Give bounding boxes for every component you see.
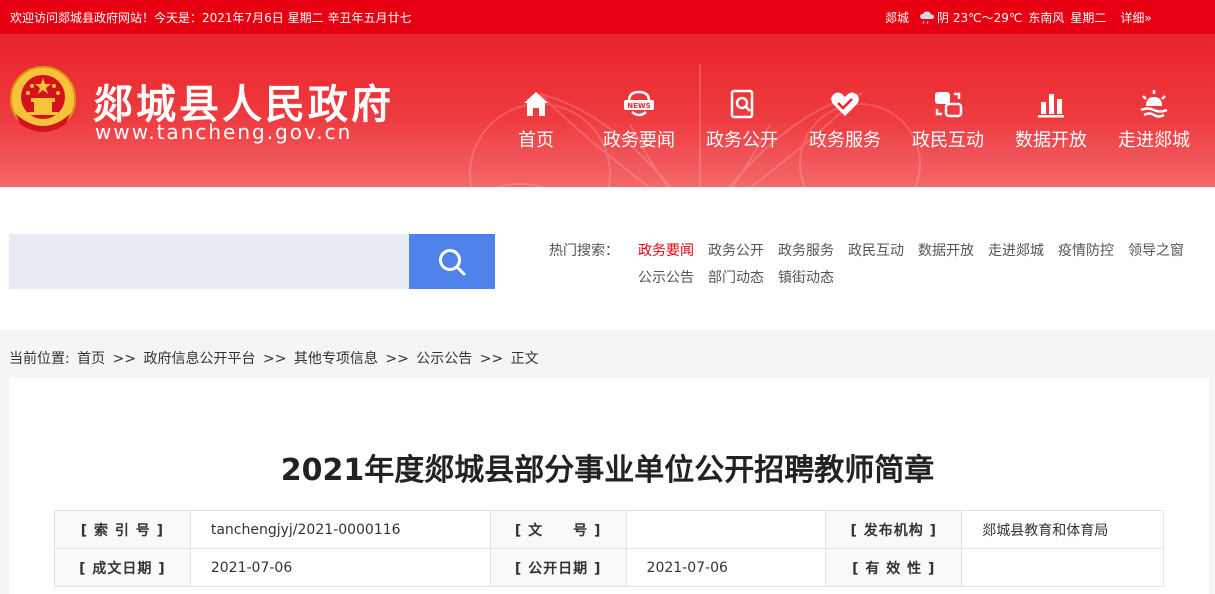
breadcrumb-sep: >> <box>263 351 287 367</box>
nav-label: 政务要闻 <box>603 130 675 151</box>
meta-doc-value <box>625 510 827 549</box>
weather-detail-link[interactable]: 详细» <box>1120 9 1151 26</box>
nav-label: 首页 <box>518 130 554 151</box>
rain-cloud-icon <box>920 11 935 24</box>
hot-link-data[interactable]: 数据开放 <box>918 240 974 260</box>
weather-condition: 阴 23℃～29℃ <box>937 11 1023 25</box>
home-icon <box>524 92 548 116</box>
meta-org-value: 郯城县教育和体育局 <box>961 510 1164 549</box>
hot-link-epidemic[interactable]: 疫情防控 <box>1058 240 1114 260</box>
weather-wind: 东南风 <box>1028 11 1065 25</box>
breadcrumb-sep: >> <box>479 351 504 367</box>
hot-link-service[interactable]: 政务服务 <box>778 240 834 260</box>
top-bar: 欢迎访问郯城县政府网站！今天是：2021年7月6日 星期二 辛丑年五月廿七 郯城… <box>0 0 1215 34</box>
welcome-text: 欢迎访问郯城县政府网站！今天是：2021年7月6日 星期二 辛丑年五月廿七 <box>10 11 412 25</box>
meta-published-value: 2021-07-06 <box>625 548 827 587</box>
meta-doc-label: [ 文 号 ] <box>489 510 627 549</box>
nav-label: 数据开放 <box>1015 130 1087 151</box>
meta-row: [ 成文日期 ] 2021-07-06 [ 公开日期 ] 2021-07-06 … <box>54 548 1164 587</box>
breadcrumb-item-current: 正文 <box>510 351 539 367</box>
bar-chart-icon <box>1038 94 1064 118</box>
sunrise-icon <box>1140 90 1168 118</box>
document-search-icon <box>730 89 754 119</box>
breadcrumb-label: 当前位置: <box>9 351 70 367</box>
meta-row: [ 索 引 号 ] tanchengjyj/2021-0000116 [ 文 号… <box>54 510 1164 549</box>
hot-search-label: 热门搜索： <box>549 243 619 259</box>
breadcrumb: 当前位置: 首页 >> 政府信息公开平台 >> 其他专项信息 >> 公示公告 >… <box>9 348 542 368</box>
nav-item-about[interactable]: 走进郯城 <box>1114 88 1194 152</box>
article-meta-table: [ 索 引 号 ] tanchengjyj/2021-0000116 [ 文 号… <box>54 510 1164 587</box>
breadcrumb-item-home[interactable]: 首页 <box>77 351 105 367</box>
hot-link-towns[interactable]: 镇街动态 <box>778 267 834 287</box>
site-header: 郯城县人民政府 www.tancheng.gov.cn 首页 NEWS 政务要闻 <box>0 34 1215 187</box>
meta-created-label: [ 成文日期 ] <box>54 548 191 587</box>
breadcrumb-item-special[interactable]: 其他专项信息 <box>294 351 378 367</box>
nav-label: 政民互动 <box>912 130 984 151</box>
nav-item-home[interactable]: 首页 <box>496 88 576 152</box>
meta-valid-label: [ 有 效 性 ] <box>825 548 963 587</box>
meta-published-label: [ 公开日期 ] <box>489 548 627 587</box>
weather-city: 郯城 <box>885 11 910 25</box>
breadcrumb-sep: >> <box>112 351 137 367</box>
breadcrumb-item-notices[interactable]: 公示公告 <box>416 351 472 367</box>
nav-item-data[interactable]: 数据开放 <box>1011 88 1091 152</box>
nav-item-service[interactable]: 政务服务 <box>805 88 885 152</box>
hot-link-open-gov[interactable]: 政务公开 <box>708 240 764 260</box>
search-icon <box>439 248 466 275</box>
nav-item-open-gov[interactable]: 政务公开 <box>702 88 782 152</box>
nav-item-news[interactable]: NEWS 政务要闻 <box>599 88 679 152</box>
news-icon: NEWS <box>624 90 654 117</box>
national-emblem-icon <box>10 66 76 132</box>
breadcrumb-sep: >> <box>385 351 409 367</box>
nav-label: 政务公开 <box>706 130 778 151</box>
svg-text:NEWS: NEWS <box>627 102 650 110</box>
article-title: 2021年度郯城县部分事业单位公开招聘教师简章 <box>280 453 935 488</box>
meta-created-value: 2021-07-06 <box>189 548 491 587</box>
nav-label: 政务服务 <box>809 130 881 151</box>
meta-index-label: [ 索 引 号 ] <box>54 510 191 549</box>
hot-link-news[interactable]: 政务要闻 <box>638 240 694 260</box>
weather-widget: 郯城 阴 23℃～29℃ 东南风 星期二 详细» <box>885 9 1158 26</box>
search-button[interactable] <box>409 234 495 289</box>
hot-link-interaction[interactable]: 政民互动 <box>848 240 904 260</box>
meta-index-value: tanchengjyj/2021-0000116 <box>189 510 491 549</box>
meta-org-label: [ 发布机构 ] <box>825 510 963 549</box>
meta-valid-value <box>961 548 1164 587</box>
site-url: www.tancheng.gov.cn <box>95 120 353 144</box>
nav-item-interaction[interactable]: 政民互动 <box>908 88 988 152</box>
hot-link-notices[interactable]: 公示公告 <box>638 267 694 287</box>
exchange-icon <box>935 92 963 118</box>
nav-label: 走进郯城 <box>1118 130 1190 151</box>
weather-weekday: 星期二 <box>1070 11 1107 25</box>
hot-link-about[interactable]: 走进郯城 <box>988 240 1044 260</box>
breadcrumb-item-platform[interactable]: 政府信息公开平台 <box>144 351 256 367</box>
search-input[interactable] <box>9 234 410 289</box>
hot-link-leaders[interactable]: 领导之窗 <box>1128 240 1184 260</box>
heart-hands-icon <box>831 92 859 116</box>
hot-link-departments[interactable]: 部门动态 <box>708 267 764 287</box>
